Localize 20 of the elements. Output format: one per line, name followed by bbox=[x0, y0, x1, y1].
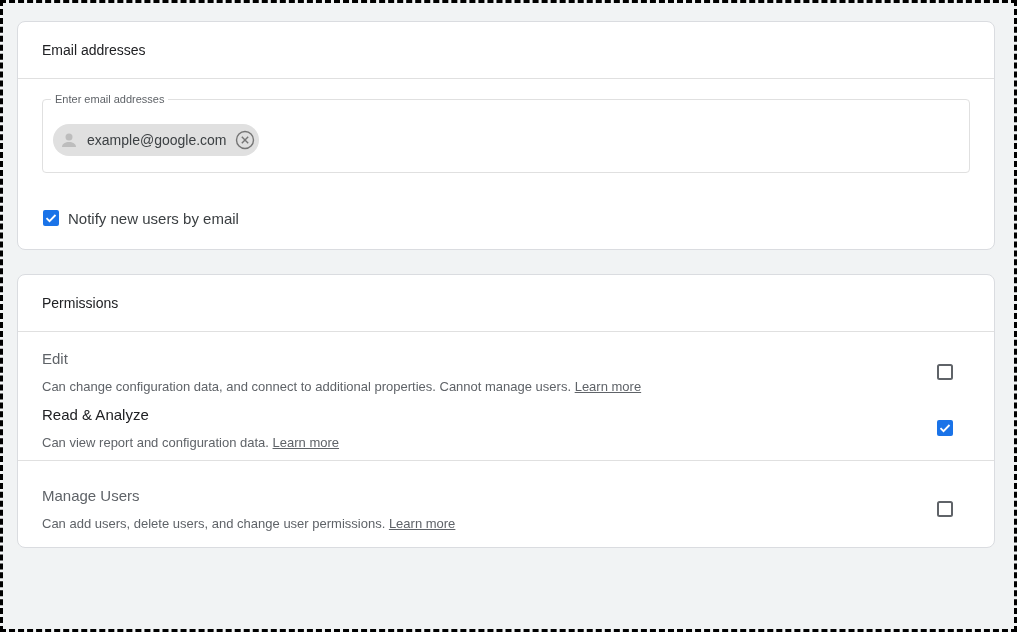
notify-checkbox[interactable] bbox=[42, 209, 60, 227]
role-description: Can view report and configuration data. Learn more bbox=[42, 435, 341, 450]
role-checkbox[interactable] bbox=[936, 500, 954, 518]
chip-text: example@google.com bbox=[87, 132, 227, 148]
learn-more-link[interactable]: Learn more bbox=[388, 516, 456, 531]
role-checkbox[interactable] bbox=[936, 419, 954, 437]
role-title: Edit bbox=[42, 350, 69, 367]
role-description: Can add users, delete users, and change user permissions. Learn more bbox=[42, 516, 457, 531]
learn-more-link[interactable]: Learn more bbox=[272, 435, 340, 450]
learn-more-link[interactable]: Learn more bbox=[574, 379, 642, 394]
email-chip[interactable]: example@google.com bbox=[53, 124, 259, 156]
card-title: Permissions bbox=[42, 295, 119, 311]
role-title: Manage Users bbox=[42, 487, 141, 504]
role-checkbox[interactable] bbox=[936, 363, 954, 381]
role-title: Read & Analyze bbox=[42, 406, 150, 423]
checkbox-label: Notify new users by email bbox=[68, 209, 239, 227]
card-title: Email addresses bbox=[42, 42, 146, 58]
role-description: Can change configuration data, and connect to additional properties. Cannot manage users. Learn more bbox=[42, 379, 643, 394]
field-label: Enter email addresses bbox=[51, 93, 169, 105]
remove-icon[interactable] bbox=[234, 130, 255, 150]
